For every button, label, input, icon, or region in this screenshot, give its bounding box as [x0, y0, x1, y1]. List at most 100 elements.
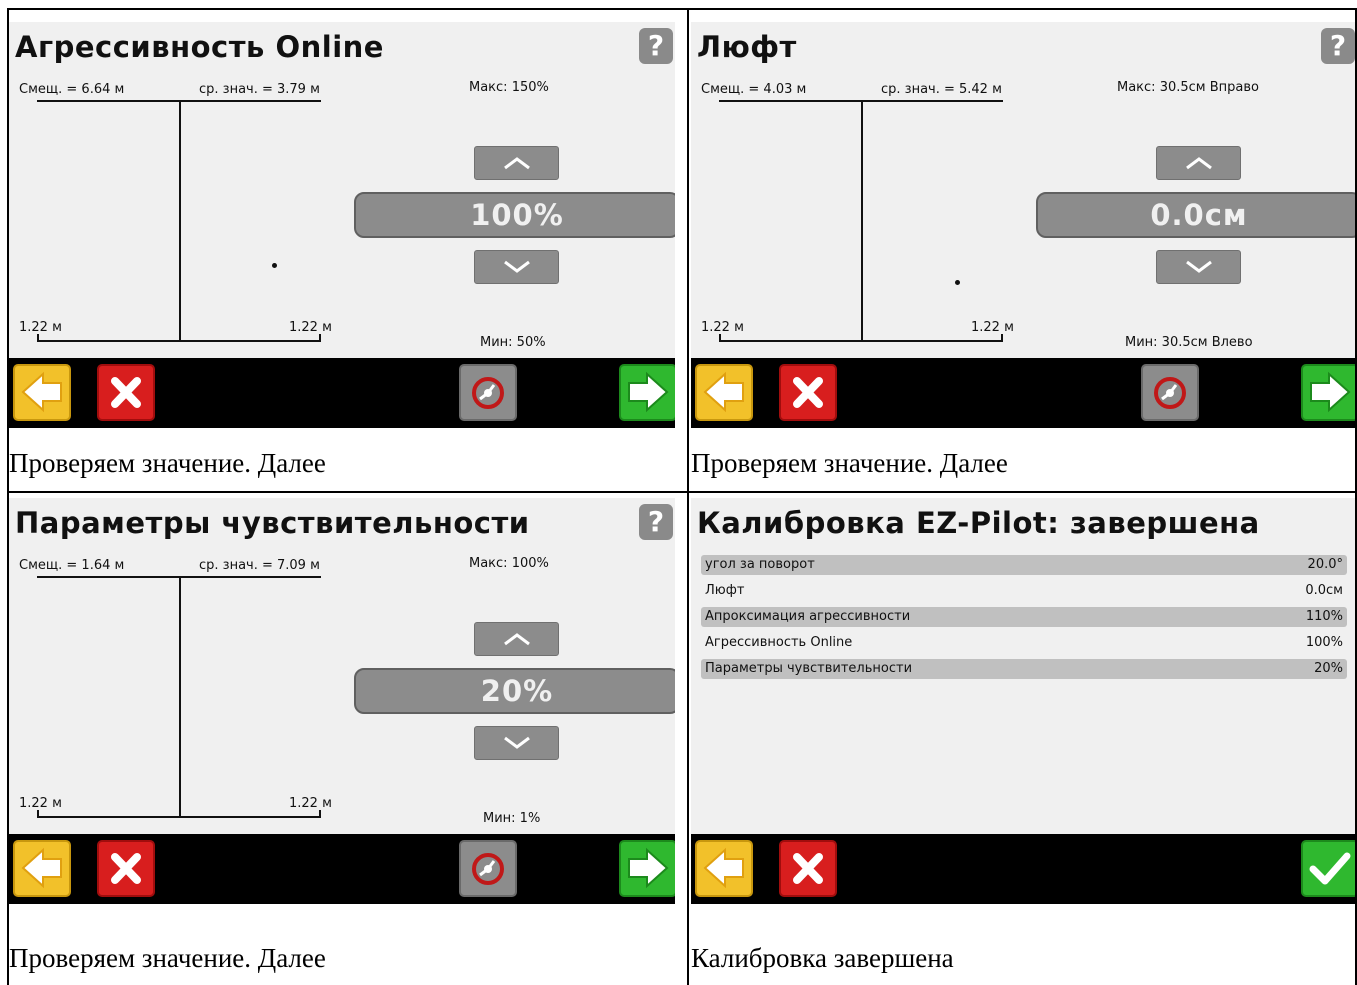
summary-row-value: 0.0см — [1305, 583, 1343, 598]
summary-row-label: Агрессивность Online — [705, 635, 853, 650]
summary-row-value: 20% — [1314, 661, 1343, 676]
summary-row: Люфт 0.0см — [701, 581, 1347, 601]
increase-button[interactable] — [474, 622, 559, 656]
caption: Проверяем значение. Далее — [9, 943, 326, 973]
average-label: ср. знач. = 3.79 м — [199, 82, 320, 97]
steering-wheel-button[interactable] — [459, 364, 517, 421]
center-axis — [179, 576, 181, 818]
bottom-axis — [37, 340, 321, 342]
right-tick — [319, 810, 321, 818]
panel-title: Люфт — [697, 30, 797, 64]
device-screen: Агрессивность Online ? Смещ. = 6.64 м ср… — [9, 22, 675, 428]
help-button[interactable]: ? — [639, 504, 673, 540]
panel-aggressiveness: Агрессивность Online ? Смещ. = 6.64 м ср… — [7, 8, 687, 491]
chevron-up-icon — [503, 633, 530, 646]
caption: Проверяем значение. Далее — [691, 448, 1008, 478]
arrow-left-icon — [21, 847, 62, 889]
summary-row-value: 100% — [1305, 635, 1343, 650]
divider — [7, 491, 1357, 493]
chevron-up-icon — [1185, 157, 1212, 170]
value-display: 0.0см — [1036, 192, 1357, 238]
back-button[interactable] — [695, 364, 753, 421]
next-button[interactable] — [619, 364, 675, 421]
value-display: 20% — [354, 668, 675, 714]
arrow-left-icon — [703, 371, 744, 413]
right-tick — [319, 334, 321, 342]
device-screen: Люфт ? Смещ. = 4.03 м ср. знач. = 5.42 м… — [691, 22, 1357, 428]
steering-wheel-button[interactable] — [1141, 364, 1199, 421]
chevron-down-icon — [503, 260, 530, 273]
steering-wheel-icon — [1154, 377, 1186, 409]
summary-row: Апроксимация агрессивности 110% — [701, 607, 1347, 627]
cancel-button[interactable] — [779, 840, 837, 897]
decrease-button[interactable] — [474, 726, 559, 760]
min-label: Мин: 1% — [483, 811, 541, 826]
arrow-right-icon — [628, 371, 669, 413]
right-scale-label: 1.22 м — [289, 320, 332, 335]
panel-title: Калибровка EZ-Pilot: завершена — [697, 506, 1260, 540]
arrow-right-icon — [628, 847, 669, 889]
screenshot-grid: Агрессивность Online ? Смещ. = 6.64 м ср… — [7, 8, 1357, 985]
center-axis — [179, 100, 181, 342]
close-icon — [111, 377, 141, 408]
back-button[interactable] — [13, 364, 71, 421]
max-label: Макс: 150% — [469, 80, 549, 95]
min-label: Мин: 30.5см Влево — [1125, 335, 1253, 350]
right-scale-label: 1.22 м — [971, 320, 1014, 335]
summary-row: Агрессивность Online 100% — [701, 633, 1347, 653]
offset-label: Смещ. = 1.64 м — [19, 558, 125, 573]
panel-backlash: Люфт ? Смещ. = 4.03 м ср. знач. = 5.42 м… — [689, 8, 1357, 491]
panel-summary: Калибровка EZ-Pilot: завершена угол за п… — [689, 493, 1357, 976]
next-button[interactable] — [619, 840, 675, 897]
decrease-button[interactable] — [1156, 250, 1241, 284]
offset-label: Смещ. = 4.03 м — [701, 82, 807, 97]
summary-row-label: Люфт — [705, 583, 745, 598]
steering-wheel-icon — [472, 377, 504, 409]
increase-button[interactable] — [474, 146, 559, 180]
close-icon — [793, 377, 823, 408]
checkmark-icon — [1309, 852, 1351, 885]
steering-wheel-button[interactable] — [459, 840, 517, 897]
left-tick — [37, 810, 39, 818]
increase-button[interactable] — [1156, 146, 1241, 180]
left-tick — [37, 334, 39, 342]
bottom-axis — [37, 816, 321, 818]
divider — [687, 8, 689, 985]
finish-button[interactable] — [1301, 840, 1357, 897]
offset-label: Смещ. = 6.64 м — [19, 82, 125, 97]
close-icon — [793, 853, 823, 884]
max-label: Макс: 30.5см Вправо — [1117, 80, 1259, 95]
back-button[interactable] — [695, 840, 753, 897]
panel-sensitivity: Параметры чувствительности ? Смещ. = 1.6… — [7, 493, 687, 976]
help-button[interactable]: ? — [639, 28, 673, 64]
bottom-axis — [719, 340, 1003, 342]
cancel-button[interactable] — [97, 364, 155, 421]
chevron-up-icon — [503, 157, 530, 170]
decrease-button[interactable] — [474, 250, 559, 284]
steering-wheel-icon — [472, 853, 504, 885]
help-button[interactable]: ? — [1321, 28, 1355, 64]
chevron-down-icon — [503, 736, 530, 749]
toolbar — [691, 834, 1357, 904]
divider — [7, 8, 9, 985]
cancel-button[interactable] — [779, 364, 837, 421]
min-label: Мин: 50% — [480, 335, 546, 350]
cancel-button[interactable] — [97, 840, 155, 897]
toolbar — [9, 358, 675, 428]
divider — [7, 8, 1357, 10]
caption: Калибровка завершена — [691, 943, 954, 973]
arrow-right-icon — [1310, 371, 1351, 413]
position-marker — [955, 280, 960, 285]
device-screen: Параметры чувствительности ? Смещ. = 1.6… — [9, 498, 675, 904]
right-scale-label: 1.22 м — [289, 796, 332, 811]
summary-row-value: 110% — [1305, 609, 1343, 624]
summary-row: угол за поворот 20.0° — [701, 555, 1347, 575]
summary-row-label: угол за поворот — [705, 557, 815, 572]
summary-row-label: Параметры чувствительности — [705, 661, 913, 676]
close-icon — [111, 853, 141, 884]
center-axis — [861, 100, 863, 342]
next-button[interactable] — [1301, 364, 1357, 421]
panel-title: Параметры чувствительности — [15, 506, 530, 540]
average-label: ср. знач. = 5.42 м — [881, 82, 1002, 97]
back-button[interactable] — [13, 840, 71, 897]
